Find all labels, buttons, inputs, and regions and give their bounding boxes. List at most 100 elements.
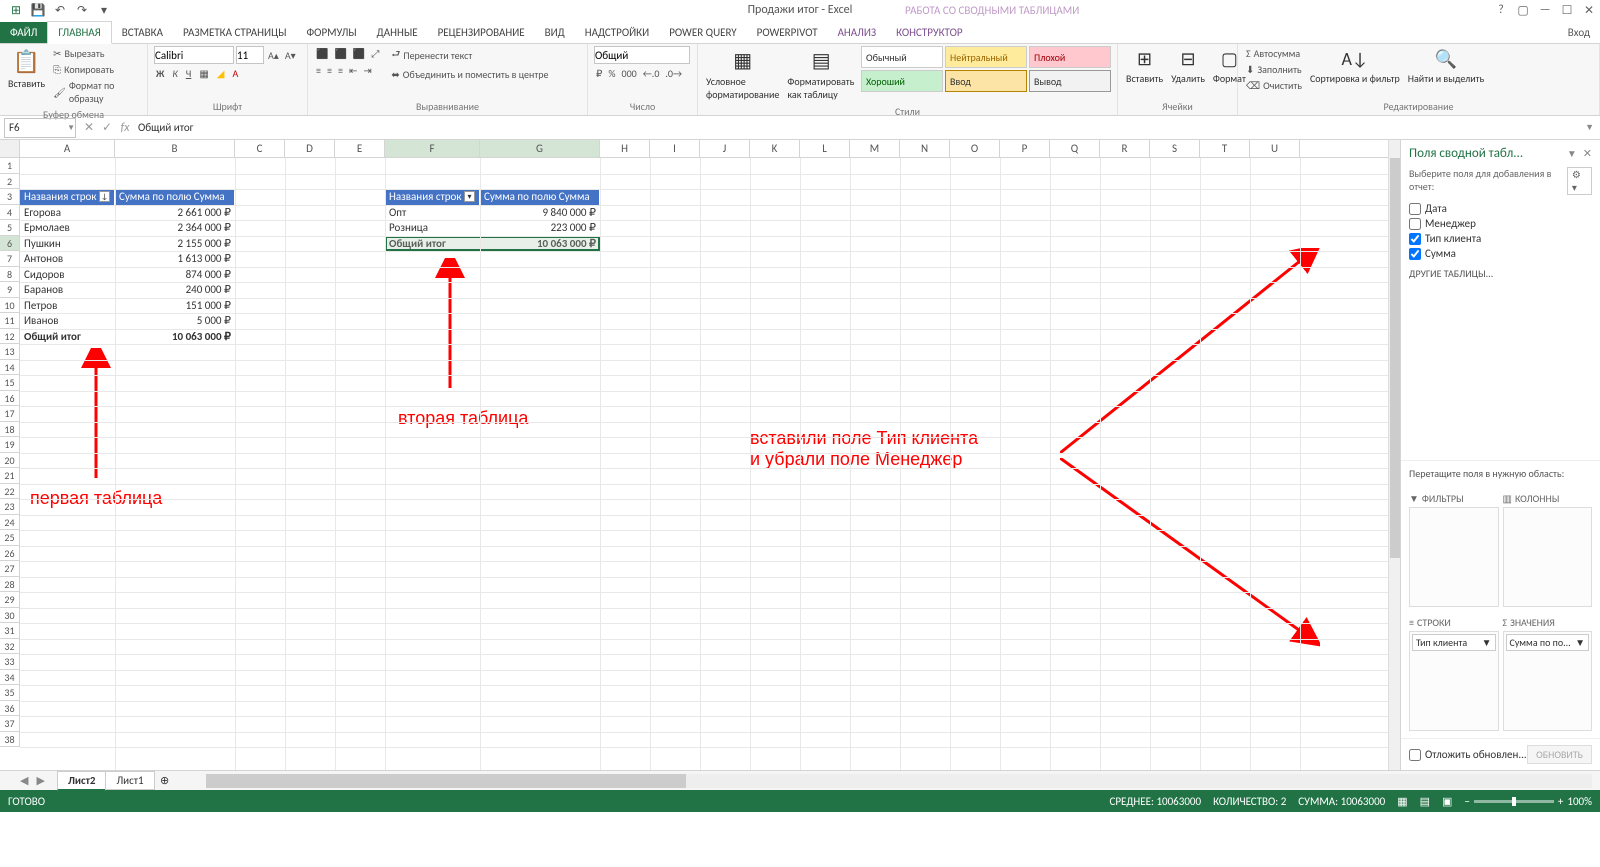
- pivot-row-value[interactable]: 240 000 ₽: [115, 282, 235, 298]
- number-format-select[interactable]: [594, 46, 690, 64]
- pivot-row-label[interactable]: Егорова: [20, 205, 115, 221]
- col-header-U[interactable]: U: [1250, 140, 1300, 157]
- pivot-row-value[interactable]: 9 840 000 ₽: [480, 205, 600, 221]
- border-icon[interactable]: ▦: [197, 66, 210, 81]
- help-icon[interactable]: ?: [1494, 3, 1508, 17]
- row-header-10[interactable]: 10: [0, 298, 20, 314]
- sheet-tab-1[interactable]: Лист1: [105, 771, 154, 790]
- tab-insert[interactable]: ВСТАВКА: [112, 22, 173, 43]
- percent-icon[interactable]: %: [606, 66, 617, 81]
- qat-customize-icon[interactable]: ▾: [96, 2, 112, 18]
- col-header-B[interactable]: B: [115, 140, 235, 157]
- style-good[interactable]: Хороший: [861, 70, 943, 92]
- undo-icon[interactable]: ↶: [52, 2, 68, 18]
- taskpane-dropdown-icon[interactable]: ▼: [1567, 147, 1577, 160]
- row-field-item[interactable]: Тип клиента▼: [1412, 634, 1496, 651]
- col-header-N[interactable]: N: [900, 140, 950, 157]
- align-top-icon[interactable]: ⬛: [314, 46, 330, 61]
- defer-update-checkbox[interactable]: Отложить обновлен...: [1409, 747, 1527, 762]
- minimize-icon[interactable]: —: [1538, 3, 1552, 17]
- row-header-15[interactable]: 15: [0, 375, 20, 391]
- col-header-E[interactable]: E: [335, 140, 385, 157]
- ribbon-display-icon[interactable]: ▢: [1516, 3, 1530, 17]
- dec-decimal-icon[interactable]: .0→: [663, 66, 684, 81]
- zoom-out-icon[interactable]: −: [1464, 795, 1469, 808]
- tab-file[interactable]: ФАЙЛ: [0, 22, 47, 43]
- paste-button[interactable]: 📋 Вставить: [6, 46, 47, 92]
- zoom-control[interactable]: − + 100%: [1464, 795, 1592, 808]
- font-color-icon[interactable]: A: [230, 66, 240, 81]
- cells-area[interactable]: Названия строк↓Сумма по полю СуммаЕгоров…: [20, 158, 1388, 770]
- horizontal-scrollbar[interactable]: [206, 774, 1592, 788]
- row-header-23[interactable]: 23: [0, 499, 20, 515]
- field-Менеджер[interactable]: Менеджер: [1409, 216, 1592, 231]
- column-headers[interactable]: ABCDEFGHIJKLMNOPQRSTU: [20, 140, 1388, 158]
- fx-icon[interactable]: fx: [116, 121, 134, 135]
- row-header-33[interactable]: 33: [0, 654, 20, 670]
- currency-icon[interactable]: ₽: [594, 66, 604, 81]
- redo-icon[interactable]: ↷: [74, 2, 90, 18]
- col-header-C[interactable]: C: [235, 140, 285, 157]
- cut-button[interactable]: ✂ Вырезать: [51, 46, 141, 61]
- tab-design[interactable]: КОНСТРУКТОР: [886, 22, 972, 43]
- underline-icon[interactable]: Ч: [184, 66, 194, 81]
- row-headers[interactable]: 1234567891011121314151617181920212223242…: [0, 158, 20, 747]
- sheet-nav-prev-icon[interactable]: ◀: [20, 774, 28, 787]
- cell-styles-gallery[interactable]: Обычный Нейтральный Плохой Хороший Ввод …: [861, 46, 1111, 92]
- row-header-19[interactable]: 19: [0, 437, 20, 453]
- pivot-total-value[interactable]: 10 063 000 ₽: [115, 330, 235, 345]
- formula-input[interactable]: Общий итог: [134, 121, 1579, 134]
- delete-cells-button[interactable]: ⊟Удалить: [1169, 46, 1207, 87]
- find-select-button[interactable]: 🔍Найти и выделить: [1406, 46, 1486, 87]
- orientation-icon[interactable]: ⤢: [369, 46, 381, 61]
- indent-inc-icon[interactable]: ⇥: [361, 63, 373, 78]
- col-header-K[interactable]: K: [750, 140, 800, 157]
- pivot-row-value[interactable]: 5 000 ₽: [115, 313, 235, 329]
- row-header-28[interactable]: 28: [0, 577, 20, 593]
- new-sheet-icon[interactable]: ⊕: [154, 774, 176, 787]
- row-header-5[interactable]: 5: [0, 220, 20, 236]
- signin-link[interactable]: Вход: [1558, 22, 1600, 43]
- pivot-row-label[interactable]: Ермолаев: [20, 220, 115, 236]
- save-icon[interactable]: 💾: [30, 2, 46, 18]
- pivot-header-rows[interactable]: Названия строк↓: [20, 189, 115, 205]
- tab-home[interactable]: ГЛАВНАЯ: [47, 21, 111, 44]
- field-Сумма[interactable]: Сумма: [1409, 246, 1592, 261]
- format-as-table-button[interactable]: ▤Форматировать как таблицу: [785, 46, 857, 103]
- align-center-icon[interactable]: ≡: [325, 63, 334, 78]
- taskpane-close-icon[interactable]: ✕: [1583, 147, 1592, 160]
- pivot-total-label[interactable]: Общий итог: [20, 330, 115, 345]
- style-output[interactable]: Вывод: [1029, 70, 1111, 92]
- zoom-in-icon[interactable]: +: [1558, 795, 1563, 808]
- conditional-format-button[interactable]: ▦Условное форматирование: [704, 46, 781, 103]
- other-tables-link[interactable]: ДРУГИЕ ТАБЛИЦЫ...: [1401, 261, 1600, 286]
- italic-icon[interactable]: К: [170, 66, 179, 81]
- tab-analyze[interactable]: АНАЛИЗ: [828, 22, 887, 43]
- filter-dropdown-icon[interactable]: ↓: [99, 191, 110, 202]
- close-icon[interactable]: ✕: [1582, 3, 1596, 17]
- area-values[interactable]: Σ ЗНАЧЕНИЯ Сумма по по...▼: [1503, 614, 1593, 734]
- value-field-item[interactable]: Сумма по по...▼: [1506, 634, 1590, 651]
- tab-review[interactable]: РЕЦЕНЗИРОВАНИЕ: [428, 22, 535, 43]
- indent-dec-icon[interactable]: ⇤: [347, 63, 359, 78]
- pivot-row-label[interactable]: Опт: [385, 205, 480, 221]
- update-button[interactable]: ОБНОВИТЬ: [1527, 745, 1592, 764]
- row-header-25[interactable]: 25: [0, 530, 20, 546]
- area-rows[interactable]: ≡ СТРОКИ Тип клиента▼: [1409, 614, 1499, 734]
- font-name-select[interactable]: [154, 46, 234, 64]
- style-normal[interactable]: Обычный: [861, 46, 943, 68]
- format-painter-button[interactable]: 🖌 Формат по образцу: [51, 78, 141, 106]
- row-header-12[interactable]: 12: [0, 329, 20, 345]
- comma-icon[interactable]: 000: [620, 66, 639, 81]
- row-header-31[interactable]: 31: [0, 623, 20, 639]
- row-header-1[interactable]: 1: [0, 158, 20, 174]
- row-header-35[interactable]: 35: [0, 685, 20, 701]
- col-header-I[interactable]: I: [650, 140, 700, 157]
- font-size-select[interactable]: [236, 46, 264, 64]
- autosum-button[interactable]: Σ Автосумма: [1244, 46, 1304, 61]
- view-normal-icon[interactable]: ▦: [1397, 795, 1407, 808]
- pivot-row-value[interactable]: 1 613 000 ₽: [115, 251, 235, 267]
- grid[interactable]: ABCDEFGHIJKLMNOPQRSTU 123456789101112131…: [0, 140, 1400, 770]
- view-layout-icon[interactable]: ▤: [1420, 795, 1430, 808]
- col-header-H[interactable]: H: [600, 140, 650, 157]
